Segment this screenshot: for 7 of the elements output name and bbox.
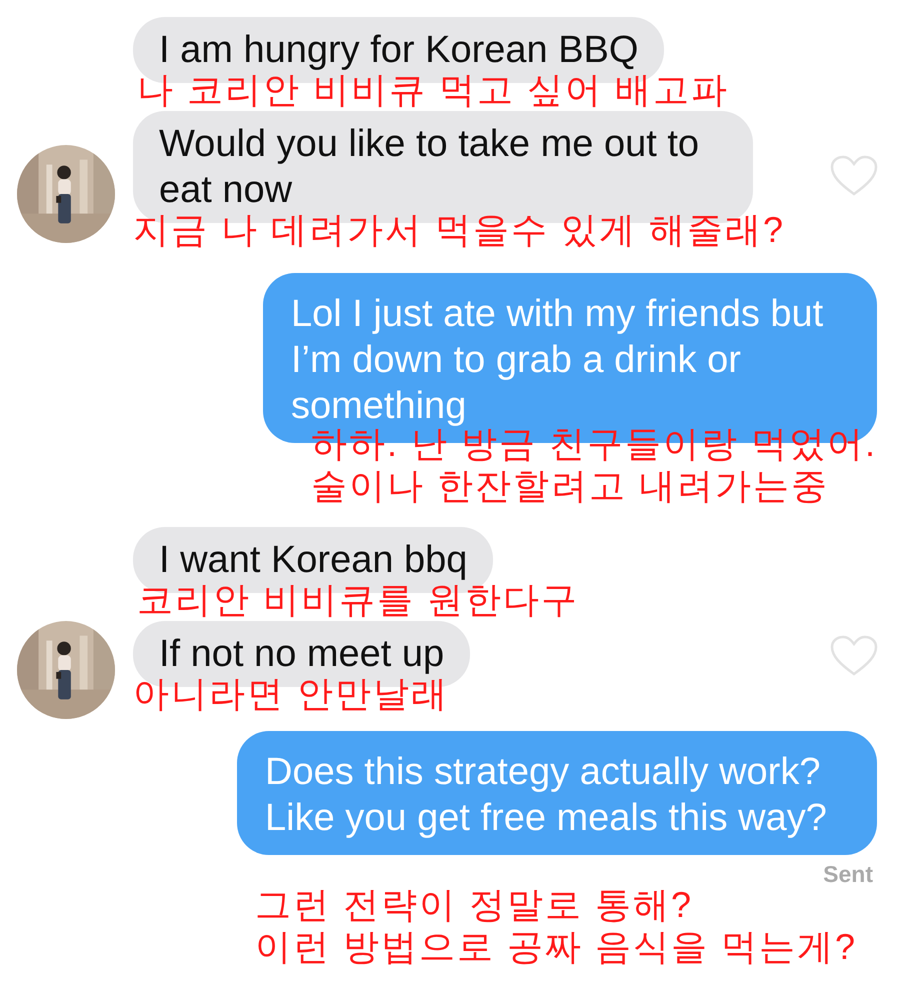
translation-text: 그런 전략이 정말로 통해? <box>254 884 694 926</box>
sent-message: Does this strategy actually work? Like you get free meals this way? <box>237 731 877 855</box>
translation-text: 이런 방법으로 공짜 음식을 먹는게? <box>254 926 857 968</box>
heart-icon[interactable] <box>830 155 878 197</box>
translation-text: 술이나 한잔할려고 내려가는중 <box>310 465 830 507</box>
heart-icon[interactable] <box>830 635 878 677</box>
sent-status: Sent <box>823 861 873 888</box>
